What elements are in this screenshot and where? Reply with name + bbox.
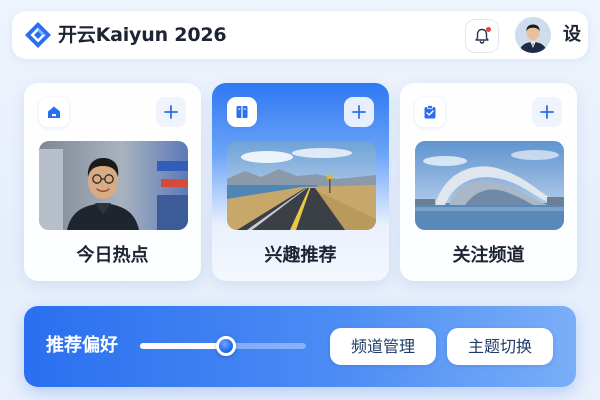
home-icon — [39, 97, 69, 127]
clipboard-icon — [415, 97, 445, 127]
plus-icon — [164, 105, 178, 119]
book-icon — [227, 97, 257, 127]
portrait-photo — [39, 141, 188, 230]
avatar[interactable] — [515, 17, 551, 53]
coastal-road-photo — [227, 141, 376, 230]
preference-bar: 推荐偏好 频道管理 主题切换 — [24, 306, 576, 387]
notification-dot — [486, 27, 491, 32]
add-button[interactable] — [532, 97, 562, 127]
slider-thumb[interactable] — [216, 336, 237, 356]
plus-icon — [352, 105, 366, 119]
slider-fill — [140, 343, 227, 349]
card-label: 关注频道 — [452, 245, 525, 266]
card-label: 今日热点 — [76, 245, 149, 266]
card-today-hot[interactable]: 今日热点 — [24, 83, 201, 281]
plus-icon — [540, 105, 554, 119]
notification-button[interactable] — [465, 19, 499, 53]
add-button[interactable] — [344, 97, 374, 127]
settings-label[interactable]: 设 — [563, 23, 581, 47]
add-button[interactable] — [156, 97, 186, 127]
card-interest-recommend[interactable]: 兴趣推荐 — [212, 83, 389, 281]
channel-manage-button[interactable]: 频道管理 — [330, 328, 436, 365]
preference-label: 推荐偏好 — [46, 335, 118, 356]
theme-switch-button[interactable]: 主题切换 — [447, 328, 553, 365]
architecture-photo — [415, 141, 564, 230]
preference-slider[interactable] — [140, 336, 306, 356]
top-header: 开云Kaiyun 2026 设 — [12, 11, 588, 59]
diamond-logo-icon[interactable] — [24, 21, 52, 49]
app-title: 开云Kaiyun 2026 — [58, 24, 227, 46]
card-label: 兴趣推荐 — [264, 245, 337, 266]
card-followed-channels[interactable]: 关注频道 — [400, 83, 577, 281]
